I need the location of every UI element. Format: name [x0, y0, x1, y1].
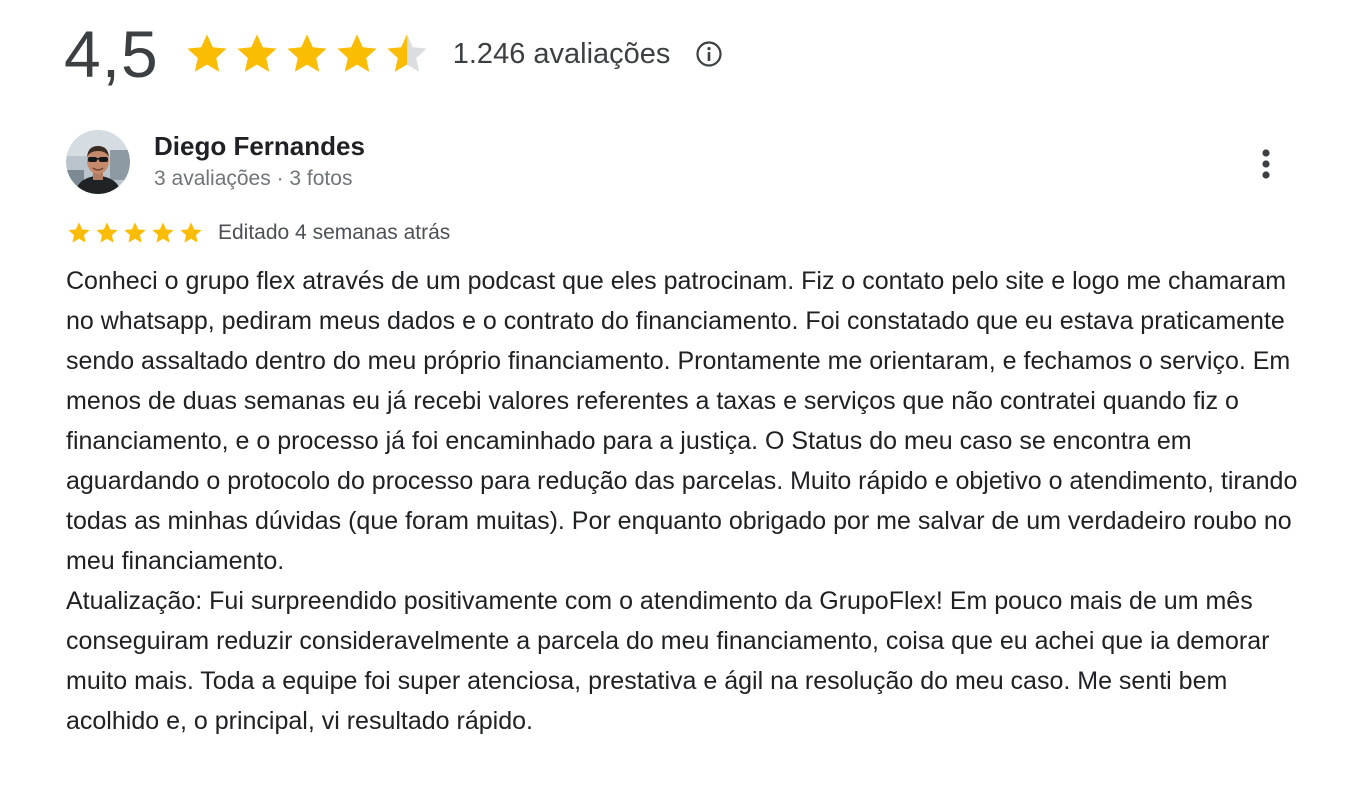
- star-icon: [96, 222, 118, 243]
- review-author-row: Diego Fernandes 3 avaliações · 3 fotos: [66, 130, 1306, 196]
- review-text: Conheci o grupo flex através de um podca…: [66, 267, 1298, 735]
- author-name[interactable]: Diego Fernandes: [154, 130, 365, 162]
- review-count[interactable]: 1.246 avaliações: [453, 38, 671, 71]
- star-icon: [287, 34, 327, 72]
- star-icon: [124, 222, 146, 243]
- star-icon: [187, 34, 227, 72]
- review-date: Editado 4 semanas atrás: [218, 221, 451, 244]
- more-options-button[interactable]: [1246, 140, 1286, 188]
- author-meta[interactable]: 3 avaliações · 3 fotos: [154, 162, 365, 196]
- avatar[interactable]: [66, 130, 130, 194]
- rating-summary: 4,5 1.246 avaliações: [64, 12, 724, 96]
- review-card: Diego Fernandes 3 avaliações · 3 fotos E…: [66, 130, 1306, 741]
- star-icon: [387, 34, 427, 72]
- review-star-rating: [66, 220, 204, 246]
- star-icon: [337, 34, 377, 72]
- review-rating-row: Editado 4 semanas atrás: [66, 218, 1306, 248]
- star-icon: [152, 222, 174, 243]
- star-icon: [237, 34, 277, 72]
- star-icon: [180, 222, 202, 243]
- author-info: Diego Fernandes 3 avaliações · 3 fotos: [154, 130, 365, 196]
- star-icon: [68, 222, 90, 243]
- info-circle-icon[interactable]: [694, 39, 724, 69]
- more-vertical-icon: [1262, 149, 1270, 179]
- summary-star-rating: [183, 30, 431, 78]
- average-rating: 4,5: [64, 17, 159, 91]
